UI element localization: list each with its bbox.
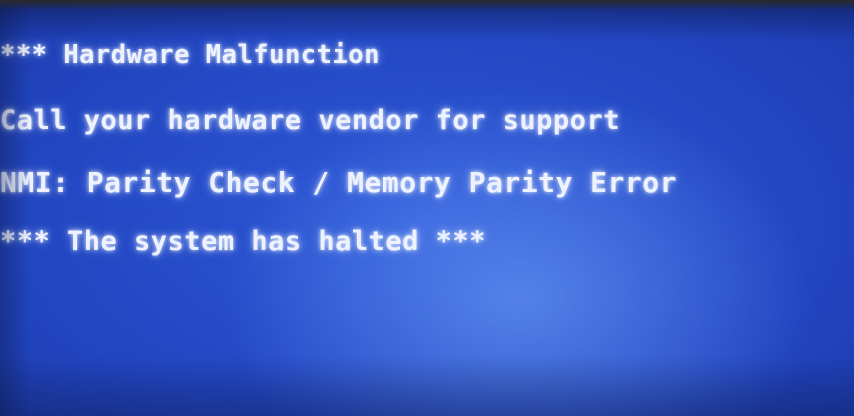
- system-halted-line: *** The system has halted ***: [0, 226, 486, 257]
- bsod-screen: *** Hardware Malfunction Call your hardw…: [0, 0, 854, 416]
- monitor-bezel: [0, 0, 854, 10]
- vendor-support-line: Call your hardware vendor for support: [0, 105, 620, 136]
- error-title-line: *** Hardware Malfunction: [0, 40, 380, 70]
- nmi-error-line: NMI: Parity Check / Memory Parity Error: [0, 166, 677, 199]
